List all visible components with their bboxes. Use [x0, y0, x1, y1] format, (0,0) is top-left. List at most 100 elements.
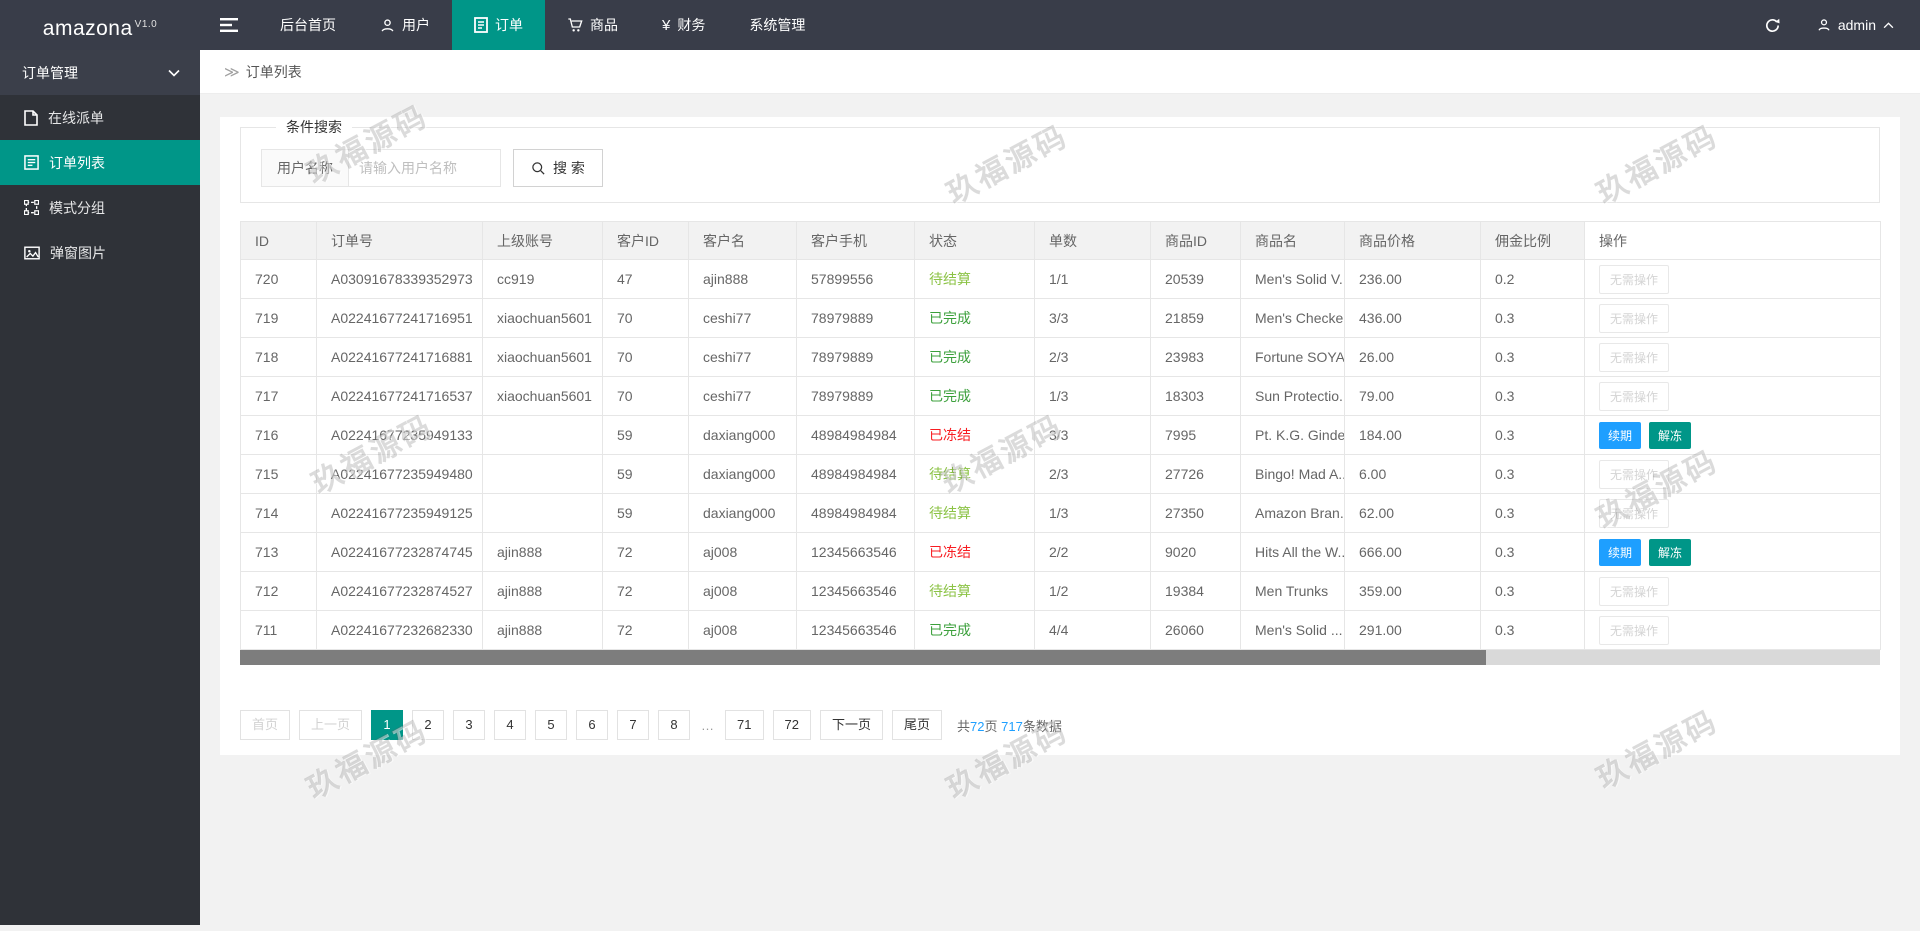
cell-product_id: 18303: [1150, 376, 1241, 416]
status-badge: 待结算: [929, 583, 971, 599]
unfreeze-button[interactable]: 解冻: [1649, 538, 1692, 566]
cell-commission_ratio: 0.3: [1480, 454, 1585, 494]
horizontal-scrollbar-thumb[interactable]: [240, 650, 1487, 665]
table-row: 711 A02241677232682330 ajin888 72 aj008 12345…: [240, 610, 1881, 650]
cell-product_name: Sun Protectio...: [1240, 376, 1345, 416]
nav-item-label: 系统管理: [749, 17, 806, 33]
cell-id: 715: [240, 454, 317, 494]
nav-item-dashboard[interactable]: 后台首页: [258, 0, 358, 50]
pagination-summary: 共72页 717条数据: [957, 718, 1062, 734]
sidebar-collapse-toggle[interactable]: [200, 0, 258, 50]
page-button-2[interactable]: 2: [412, 710, 445, 740]
nav-item-goods[interactable]: 商品: [545, 0, 640, 50]
page-button-7[interactable]: 7: [617, 710, 650, 740]
cell-status: 待结算: [914, 454, 1035, 494]
status-badge: 待结算: [929, 466, 971, 482]
username-field-label: 用户名称: [261, 149, 349, 187]
cell-commission_ratio: 0.3: [1480, 610, 1585, 650]
cell-product_price: 666.00: [1344, 532, 1481, 572]
dispatch-icon: [24, 109, 38, 126]
app-logo: amazona V1.0: [0, 0, 200, 50]
column-header: 客户ID: [602, 221, 689, 260]
cell-status: 已冻结: [914, 532, 1035, 572]
sidebar-item-popup-image[interactable]: 弹窗图片: [0, 230, 200, 275]
cell-customer_phone: 48984984984: [796, 493, 915, 533]
nav-item-system[interactable]: 系统管理: [727, 0, 827, 50]
hamburger-icon: [220, 18, 238, 32]
cell-customer_name: aj008: [688, 532, 797, 572]
cell-order_no: A02241677241716881: [316, 337, 483, 377]
sidebar-item-online-dispatch[interactable]: 在线派单: [0, 95, 200, 140]
cell-parent_account: ajin888: [482, 532, 603, 572]
cell-product_name: Men's Solid ...: [1240, 610, 1345, 650]
no-action-button: 无需操作: [1599, 342, 1670, 372]
username: admin: [1837, 17, 1876, 33]
cell-parent_account: ajin888: [482, 571, 603, 611]
cell-actions: 无需操作: [1584, 298, 1881, 338]
cell-customer_name: ceshi77: [688, 376, 797, 416]
sidebar-group-order-management[interactable]: 订单管理: [0, 50, 200, 95]
cell-product_price: 184.00: [1344, 415, 1481, 455]
popup-image-icon: [24, 246, 40, 259]
cell-product_price: 436.00: [1344, 298, 1481, 338]
page-button-8[interactable]: 8: [658, 710, 691, 740]
cell-customer_id: 59: [602, 415, 689, 455]
cell-order_count: 3/3: [1034, 298, 1151, 338]
cell-product_id: 9020: [1150, 532, 1241, 572]
cell-product_id: 27350: [1150, 493, 1241, 533]
column-header: 客户手机: [796, 221, 915, 260]
nav-item-label: 后台首页: [280, 17, 336, 33]
cell-order_count: 2/3: [1034, 337, 1151, 377]
nav-item-users[interactable]: 用户: [358, 0, 452, 50]
column-header: 单数: [1034, 221, 1151, 260]
renew-button[interactable]: 续期: [1599, 421, 1642, 449]
user-menu[interactable]: admin: [1803, 0, 1920, 50]
cell-actions: 无需操作: [1584, 571, 1881, 611]
cell-order_count: 3/3: [1034, 415, 1151, 455]
renew-button[interactable]: 续期: [1599, 538, 1642, 566]
page-button-1[interactable]: 1: [371, 710, 404, 740]
cell-customer_id: 70: [602, 337, 689, 377]
username-input[interactable]: [349, 149, 501, 187]
page-button-72[interactable]: 72: [772, 710, 811, 740]
nav-item-finance[interactable]: ¥ 财务: [640, 0, 727, 50]
sidebar: 订单管理 在线派单 订单列表 模式分组 弹窗图片: [0, 50, 200, 925]
cell-order_no: A02241677232682330: [316, 610, 483, 650]
sidebar-item-order-list[interactable]: 订单列表: [0, 140, 200, 185]
table-header-row: ID 订单号 上级账号 客户ID 客户名 客户手机 状态 单数 商品ID 商品名 商品价格 佣金比例操…: [240, 221, 1881, 260]
cell-id: 713: [240, 532, 317, 572]
breadcrumb-label: 订单列表: [245, 63, 302, 80]
cell-status: 已完成: [914, 610, 1035, 650]
next-page-button[interactable]: 下一页: [819, 710, 883, 740]
sidebar-item-mode-group[interactable]: 模式分组: [0, 185, 200, 230]
search-button[interactable]: 搜 索: [513, 149, 603, 187]
table-row: 717 A02241677241716537 xiaochuan5601 70 cesh…: [240, 376, 1881, 416]
page-button-4[interactable]: 4: [494, 710, 527, 740]
cell-actions: 续期 解冻: [1584, 532, 1881, 572]
cell-order_no: A02241677235949133: [316, 415, 483, 455]
cell-customer_phone: 78979889: [796, 376, 915, 416]
nav-item-label: 商品: [590, 17, 618, 33]
last-page-button[interactable]: 尾页: [891, 710, 942, 740]
horizontal-scrollbar-track[interactable]: [240, 650, 1880, 665]
breadcrumb: ≫ 订单列表: [200, 50, 1920, 94]
page-button-3[interactable]: 3: [453, 710, 486, 740]
sidebar-item-label: 订单列表: [49, 154, 105, 171]
status-badge: 已完成: [929, 310, 971, 326]
refresh-button[interactable]: [1743, 0, 1803, 50]
unfreeze-button[interactable]: 解冻: [1649, 421, 1692, 449]
sidebar-item-label: 模式分组: [49, 199, 105, 216]
cell-product_name: Bingo! Mad A...: [1240, 454, 1345, 494]
cell-product_id: 19384: [1150, 571, 1241, 611]
cell-order_count: 1/2: [1034, 571, 1151, 611]
cell-customer_phone: 78979889: [796, 298, 915, 338]
cell-order_no: A02241677241716537: [316, 376, 483, 416]
nav-item-orders[interactable]: 订单: [452, 0, 545, 50]
page-button-6[interactable]: 6: [576, 710, 609, 740]
page-button-71[interactable]: 71: [725, 710, 764, 740]
cell-order_no: A02241677241716951: [316, 298, 483, 338]
column-header: 佣金比例: [1480, 221, 1585, 260]
page-button-5[interactable]: 5: [535, 710, 568, 740]
cell-id: 717: [240, 376, 317, 416]
orders-table: ID 订单号 上级账号 客户ID 客户名 客户手机 状态 单数 商品ID 商品名 商品价格 佣金比例操…: [240, 221, 1881, 650]
